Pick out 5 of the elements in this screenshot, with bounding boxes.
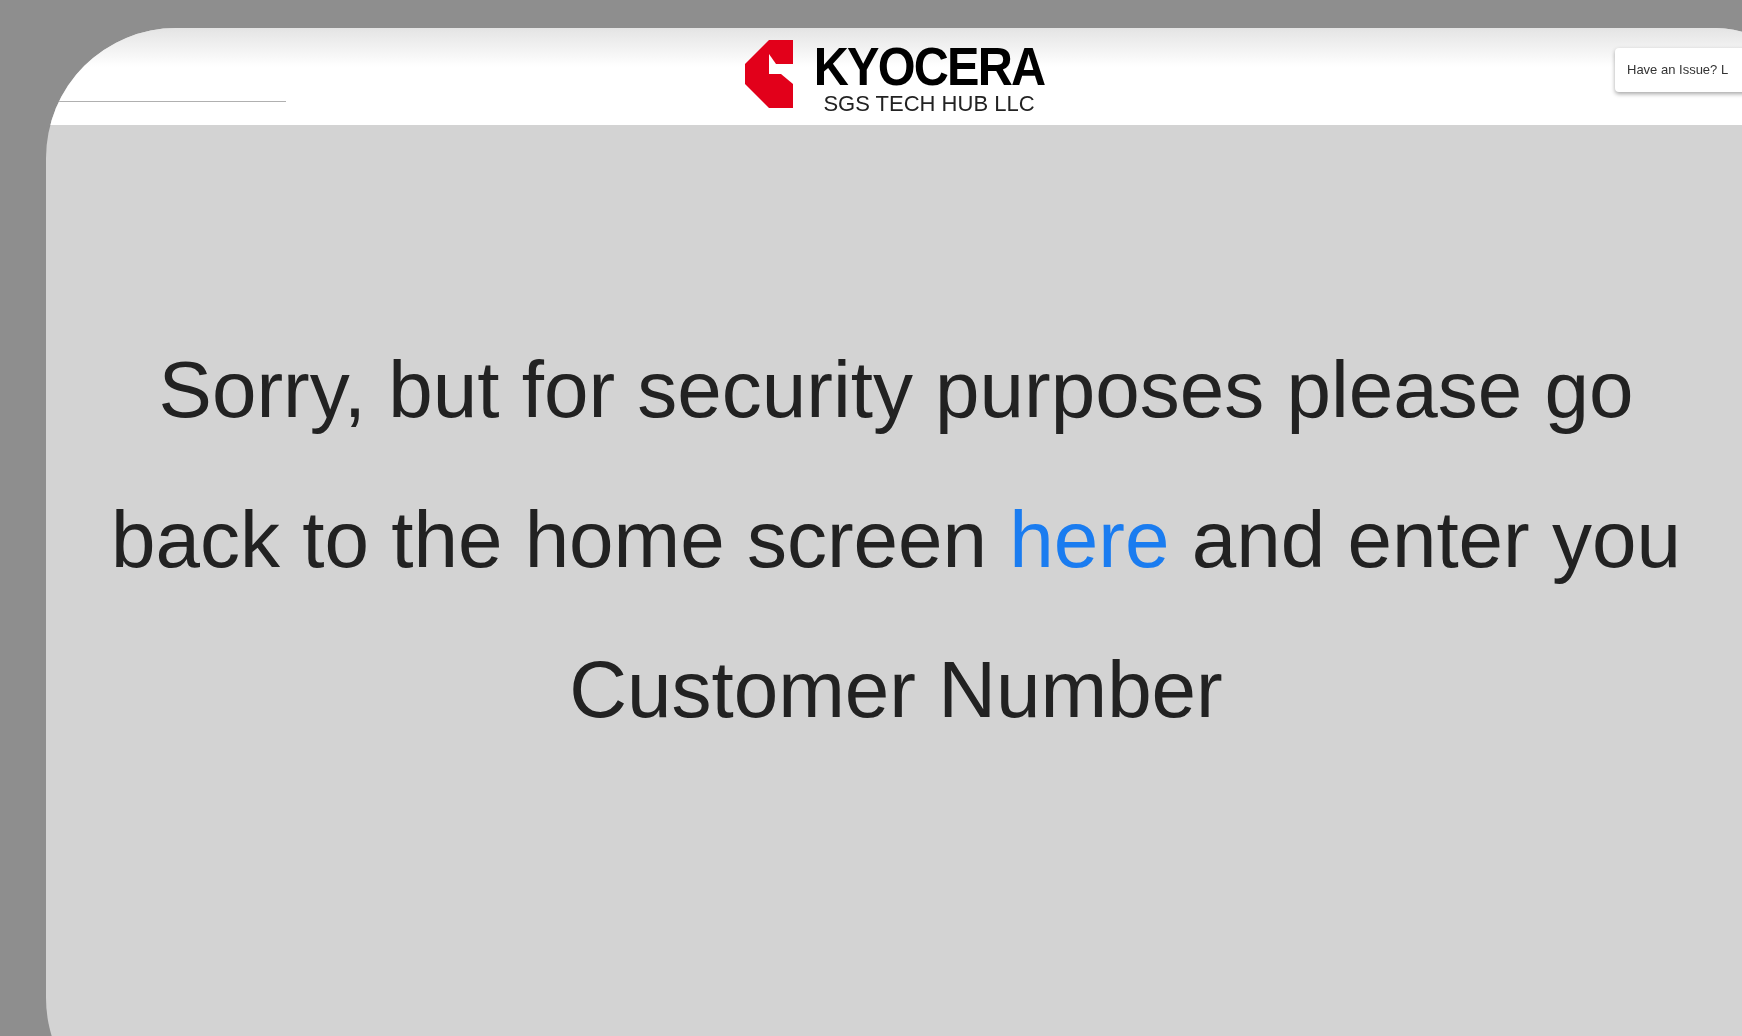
security-message: Sorry, but for security purposes please go back to the home screen here and enter you Customer Number	[111, 344, 1681, 736]
logo-wordmark: KYOCERA	[813, 37, 1045, 94]
logo-icon	[745, 39, 793, 108]
logo-subtitle: SGS TECH HUB LLC	[823, 91, 1035, 116]
issue-button[interactable]: Have an Issue? L	[1615, 48, 1742, 92]
